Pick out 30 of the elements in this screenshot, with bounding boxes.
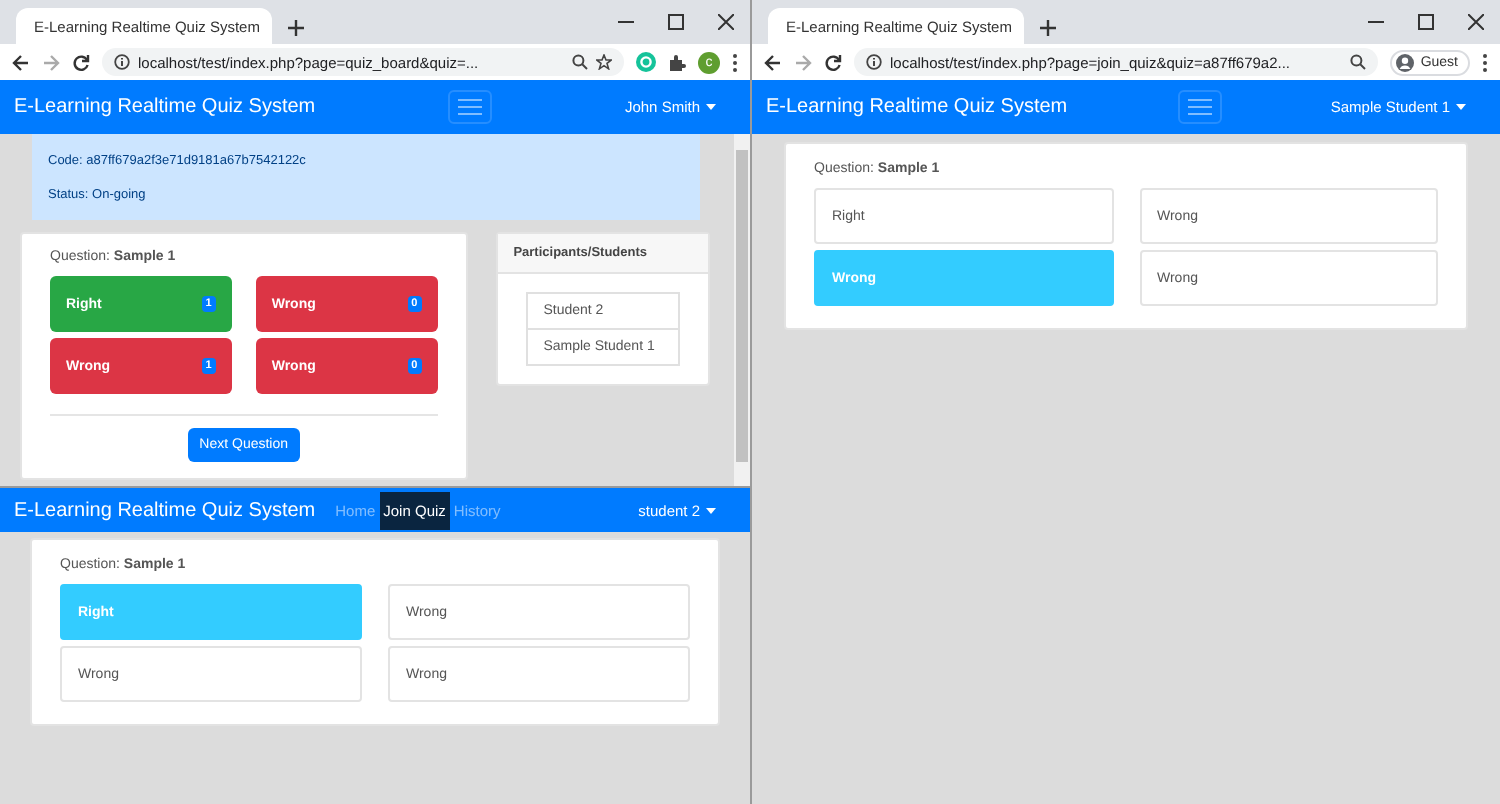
person-icon [1396, 53, 1415, 71]
menu-icon[interactable] [1482, 53, 1488, 71]
zoom-icon[interactable] [572, 54, 588, 70]
brand-title[interactable]: E-Learning Realtime Quiz System [14, 96, 316, 118]
puzzle-icon[interactable] [668, 53, 686, 71]
zoom-icon[interactable] [1350, 54, 1367, 70]
back-button[interactable] [12, 53, 30, 71]
menu-icon [1187, 98, 1211, 116]
menu-icon [458, 98, 483, 116]
menu-toggle[interactable] [1177, 90, 1221, 124]
caret-icon [1456, 104, 1466, 110]
info-icon [114, 54, 130, 70]
reload-button[interactable] [72, 53, 90, 71]
menu-toggle[interactable] [448, 90, 493, 124]
scrollbar[interactable] [734, 134, 750, 490]
plus-icon[interactable] [288, 20, 304, 36]
close-icon[interactable] [1467, 14, 1483, 30]
close-icon[interactable] [717, 14, 733, 30]
caret-icon [706, 507, 716, 513]
star-icon[interactable] [596, 54, 612, 70]
plus-icon[interactable] [1040, 20, 1056, 36]
brand-title[interactable]: E-Learning Realtime Quiz System [766, 96, 1068, 118]
menu-icon[interactable] [732, 53, 738, 71]
brand-title[interactable]: E-Learning Realtime Quiz System [14, 499, 316, 521]
back-button[interactable] [764, 53, 782, 71]
maximize-icon[interactable] [667, 14, 683, 30]
caret-icon [706, 104, 716, 110]
reload-button[interactable] [824, 53, 842, 71]
info-icon [866, 54, 882, 70]
maximize-icon[interactable] [1417, 14, 1433, 30]
